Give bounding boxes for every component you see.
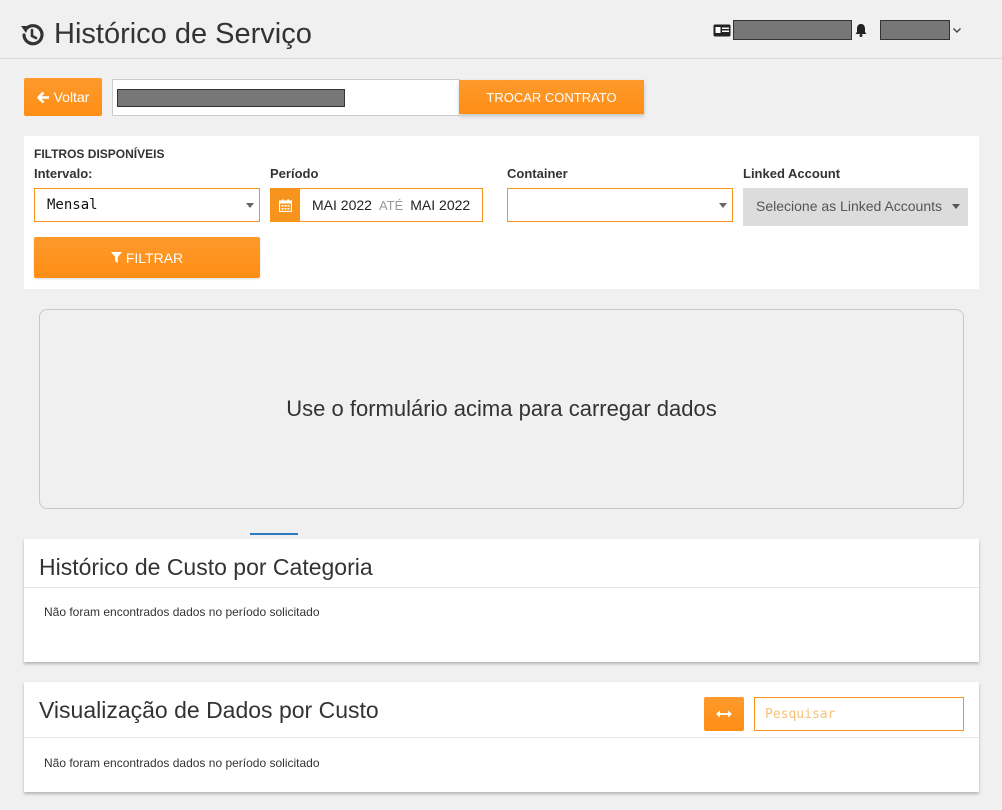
period-end[interactable]: MAI 2022	[410, 197, 470, 213]
filter-panel: FILTROS DISPONÍVEIS Intervalo: Mensal Pe…	[24, 136, 979, 289]
linked-account-label: Linked Account	[743, 166, 841, 181]
redacted-contract-name	[117, 89, 345, 107]
linked-account-select[interactable]: Selecione as Linked Accounts	[743, 188, 968, 226]
history-icon	[21, 23, 44, 45]
card-header: Visualização de Dados por Custo	[24, 682, 979, 738]
page-header: Histórico de Serviço	[0, 0, 1002, 59]
calendar-addon[interactable]	[271, 189, 300, 221]
back-button[interactable]: Voltar	[24, 78, 102, 116]
chevron-down-icon[interactable]	[952, 25, 962, 35]
interval-label: Intervalo:	[34, 166, 93, 181]
category-history-card: Histórico de Custo por Categoria Não for…	[24, 539, 979, 662]
category-history-message: Não foram encontrados dados no período s…	[44, 605, 320, 619]
id-card-icon	[713, 24, 731, 36]
page-title-text: Histórico de Serviço	[54, 18, 312, 50]
linked-account-placeholder: Selecione as Linked Accounts	[756, 198, 943, 214]
card-header: Histórico de Custo por Categoria	[24, 539, 979, 588]
interval-select-value: Mensal	[47, 197, 98, 213]
user-area	[713, 20, 962, 40]
category-history-title: Histórico de Custo por Categoria	[39, 554, 373, 580]
interval-select[interactable]: Mensal	[34, 188, 260, 222]
filter-button-label: FILTRAR	[125, 249, 184, 266]
cost-view-title: Visualização de Dados por Custo	[39, 697, 379, 723]
swap-contract-button[interactable]: TROCAR CONTRATO	[459, 80, 644, 114]
back-button-label: Voltar	[53, 89, 90, 105]
container-label: Container	[507, 166, 568, 181]
container-select[interactable]	[507, 188, 733, 222]
period-separator: ATÉ	[378, 197, 404, 213]
redacted-user-info	[733, 20, 852, 40]
redacted-user-menu[interactable]	[880, 20, 950, 40]
arrow-left-icon	[36, 91, 49, 103]
cost-view-card: Visualização de Dados por Custo Não fora…	[24, 682, 979, 792]
empty-state-panel: Use o formulário acima para carregar dad…	[39, 309, 964, 509]
empty-state-message: Use o formulário acima para carregar dad…	[286, 396, 717, 421]
filter-button[interactable]: FILTRAR	[34, 237, 260, 278]
caret-down-icon	[719, 203, 727, 208]
period-label: Período	[270, 166, 319, 181]
calendar-icon	[279, 198, 292, 212]
period-range-picker[interactable]: MAI 2022 ATÉ MAI 2022	[270, 188, 483, 222]
cost-view-message: Não foram encontrados dados no período s…	[44, 756, 320, 770]
caret-down-icon	[246, 203, 254, 208]
divider-accent	[250, 533, 298, 535]
period-start[interactable]: MAI 2022	[312, 197, 372, 213]
arrows-horizontal-icon	[716, 710, 732, 718]
expand-button[interactable]	[704, 697, 744, 731]
filter-panel-title: FILTROS DISPONÍVEIS	[34, 147, 165, 161]
filter-icon	[110, 252, 122, 263]
bell-icon[interactable]	[854, 23, 868, 37]
caret-down-icon	[952, 204, 960, 209]
contract-field[interactable]	[112, 79, 460, 116]
search-input[interactable]	[754, 697, 964, 731]
page-title: Histórico de Serviço	[18, 18, 312, 51]
